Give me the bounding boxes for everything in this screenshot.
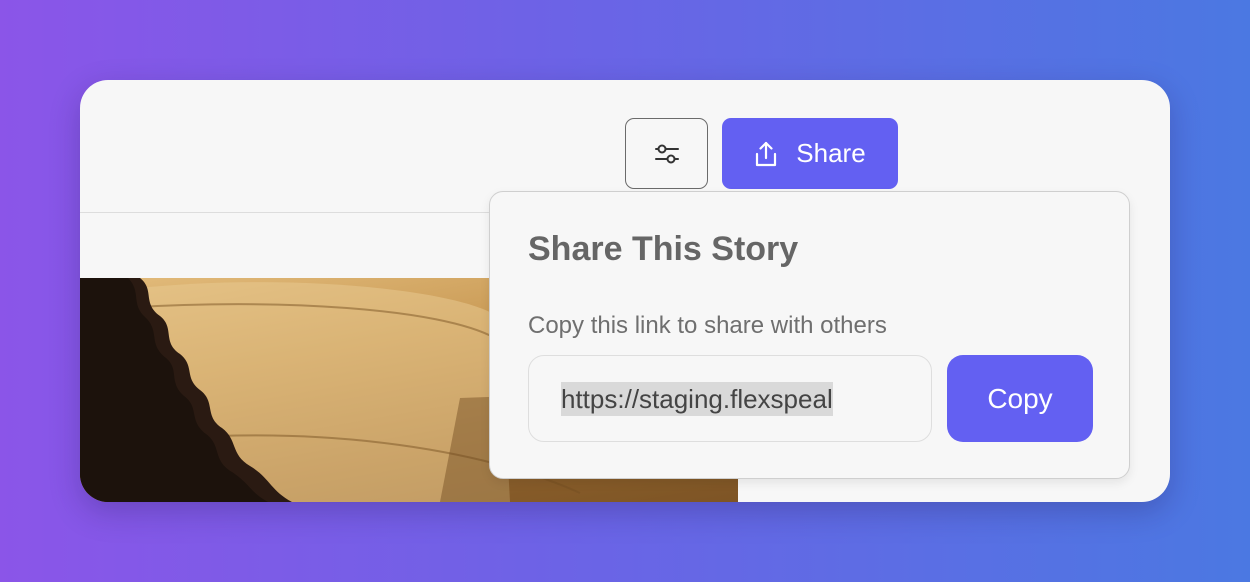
header-divider [80,212,500,213]
copy-button[interactable]: Copy [947,355,1093,442]
popover-description: Copy this link to share with others [528,312,887,339]
share-link-text[interactable]: https://staging.flexspeal [561,381,833,416]
share-popover: Share This Story Copy this link to share… [489,191,1130,479]
settings-button[interactable] [625,118,708,189]
share-link-field[interactable]: https://staging.flexspeal [528,355,932,442]
upload-icon [756,141,777,166]
sliders-icon [654,144,679,163]
share-button-label: Share [796,138,866,168]
story-card: Share Share This Story Copy this link to… [80,80,1170,502]
popover-title: Share This Story [528,230,799,268]
share-button[interactable]: Share [722,118,898,189]
